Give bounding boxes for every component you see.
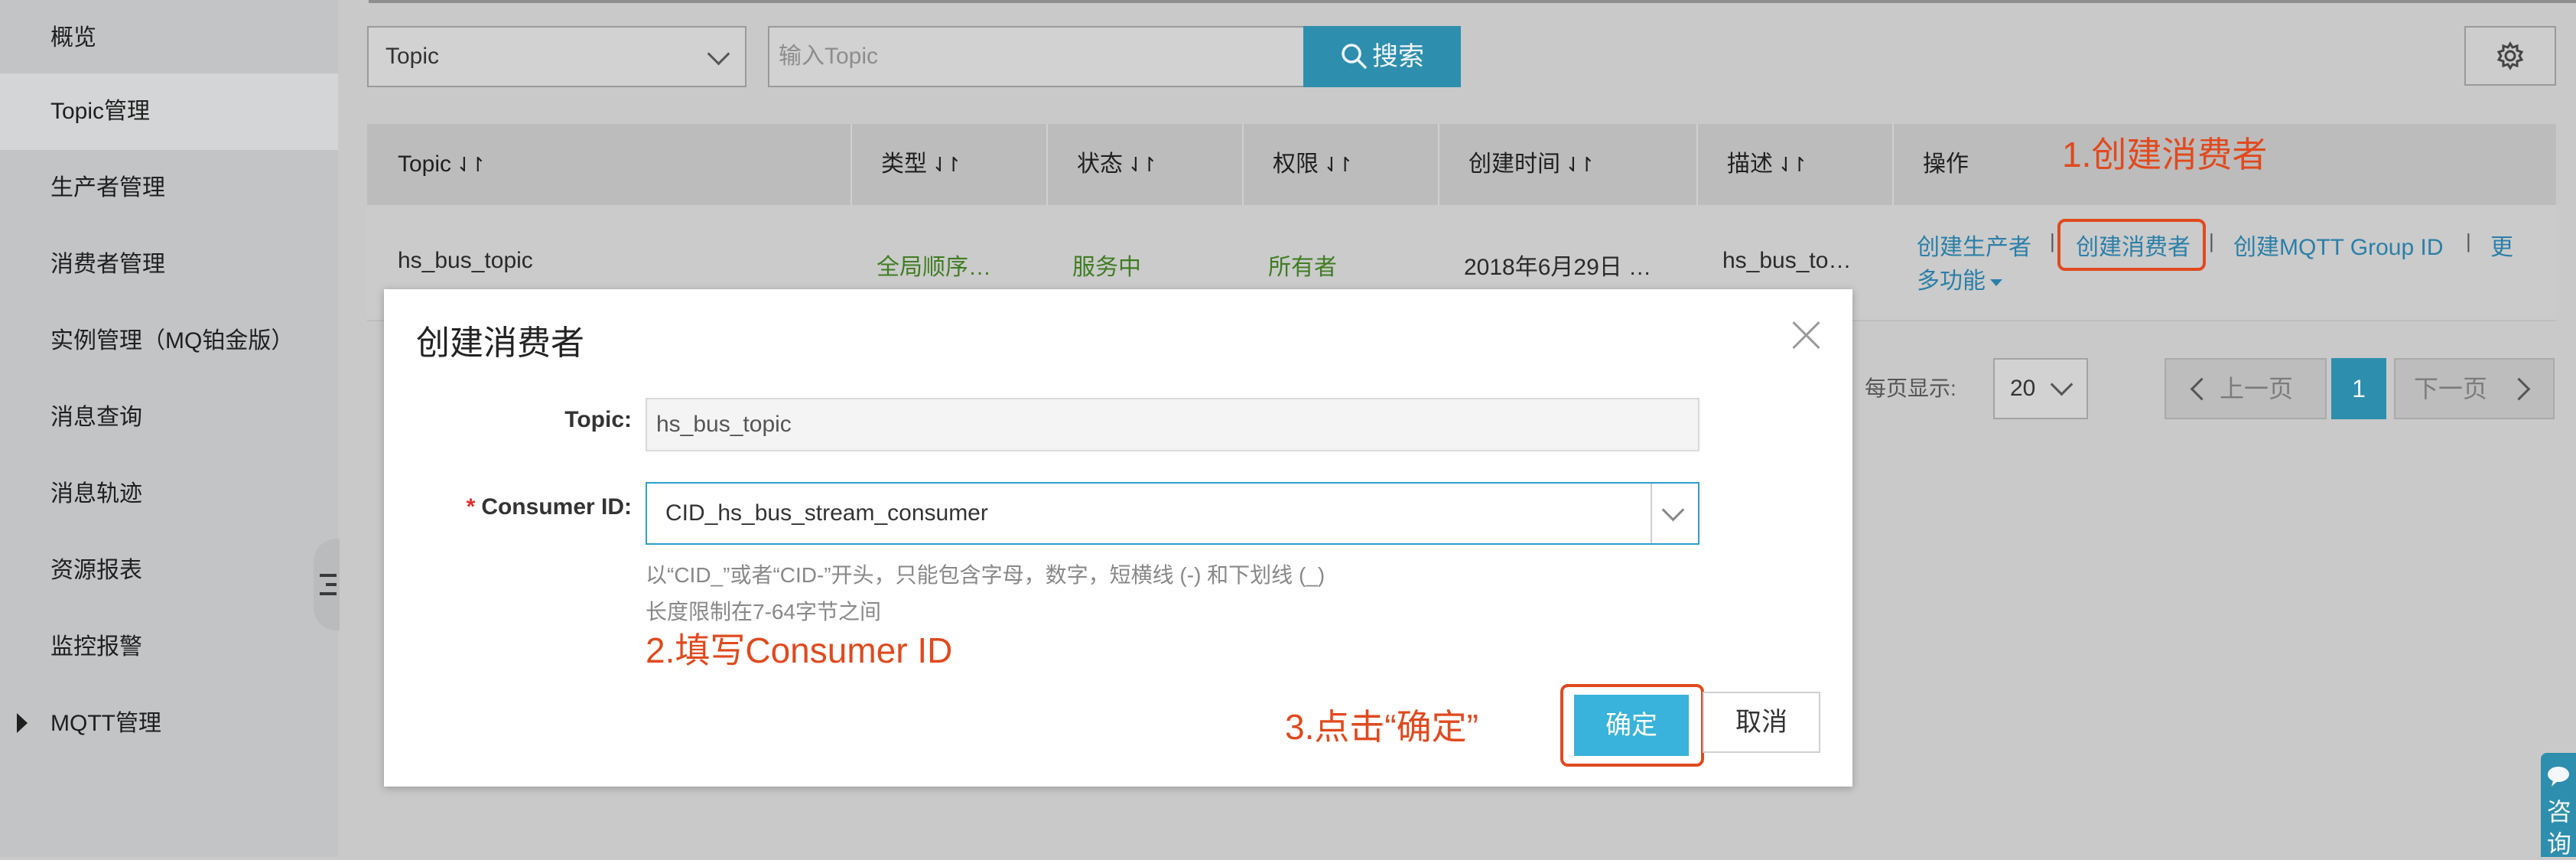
consumer-id-input[interactable]: CID_hs_bus_stream_consumer xyxy=(646,482,1699,545)
sidebar-item-message-query[interactable]: 消息查询 xyxy=(0,380,338,456)
sidebar-item-label: 实例管理（MQ铂金版） xyxy=(50,328,294,353)
sort-icon: ⇃↾ xyxy=(932,153,962,176)
column-header-status[interactable]: 状态 ⇃↾ xyxy=(1046,124,1158,205)
sidebar-item-label: Topic管理 xyxy=(50,99,151,124)
topic-label: Topic: xyxy=(564,407,632,432)
column-header-created-time[interactable]: 创建时间 ⇃↾ xyxy=(1438,124,1595,205)
chevron-down-icon xyxy=(1661,498,1685,522)
sidebar: 概览 Topic管理 生产者管理 消费者管理 实例管理（MQ铂金版） 消息查询 … xyxy=(0,0,340,857)
search-input[interactable]: 输入Topic xyxy=(768,26,1305,87)
prev-page-label: 上一页 xyxy=(2220,375,2294,402)
sort-icon: ⇃↾ xyxy=(1778,153,1808,176)
sidebar-item-overview[interactable]: 概览 xyxy=(0,0,338,77)
chevron-left-icon xyxy=(2190,377,2213,401)
consumer-id-value: CID_hs_bus_stream_consumer xyxy=(665,500,988,526)
column-header-permission[interactable]: 权限 ⇃↾ xyxy=(1242,124,1354,205)
annotation-step3: 3.点击“确定” xyxy=(1285,707,1478,747)
caret-down-icon xyxy=(1990,279,2002,286)
page-button-current[interactable]: 1 xyxy=(2331,358,2386,419)
sidebar-item-topic-management[interactable]: Topic管理 xyxy=(0,73,338,150)
filter-type-select[interactable]: Topic xyxy=(367,26,746,87)
close-icon[interactable] xyxy=(1791,320,1822,350)
consumer-id-label: * Consumer ID: xyxy=(466,494,632,520)
more-functions-dropdown[interactable]: 多功能 xyxy=(1917,262,2002,295)
column-header-description[interactable]: 描述 ⇃↾ xyxy=(1696,124,1808,205)
dialog-title: 创建消费者 xyxy=(416,324,584,362)
sort-icon: ⇃↾ xyxy=(456,153,486,176)
topic-field: hs_bus_topic xyxy=(646,398,1699,451)
sidebar-item-label: 消息查询 xyxy=(50,405,142,430)
sidebar-item-label: MQTT管理 xyxy=(50,711,161,736)
create-mqtt-group-id-link[interactable]: 创建MQTT Group ID xyxy=(2233,228,2443,262)
column-header-actions: 操作 xyxy=(1923,151,1969,177)
per-page-select[interactable]: 20 xyxy=(1993,358,2088,419)
sidebar-collapse-toggle[interactable] xyxy=(314,539,340,630)
search-button[interactable]: 搜索 xyxy=(1303,26,1461,87)
sidebar-item-monitoring-alarm[interactable]: 监控报警 xyxy=(0,609,338,686)
chat-icon xyxy=(2548,767,2569,787)
chevron-down-icon xyxy=(707,42,730,66)
confirm-button[interactable]: 确定 xyxy=(1574,695,1689,756)
sidebar-item-label: 生产者管理 xyxy=(50,175,165,200)
more-functions-link[interactable]: 更 xyxy=(2490,228,2513,262)
next-page-button[interactable]: 下一页 xyxy=(2394,358,2555,419)
settings-button[interactable] xyxy=(2464,26,2556,86)
cell-topic: hs_bus_topic xyxy=(398,248,533,273)
caret-right-icon xyxy=(17,713,28,733)
chevron-right-icon xyxy=(2507,377,2531,401)
sidebar-item-message-trace[interactable]: 消息轨迹 xyxy=(0,456,338,533)
divider: | xyxy=(2209,230,2214,252)
sort-icon: ⇃↾ xyxy=(1323,153,1354,176)
create-consumer-dialog: 创建消费者 Topic: hs_bus_topic * Consumer ID: … xyxy=(384,289,1852,787)
cancel-button[interactable]: 取消 xyxy=(1703,692,1820,753)
search-placeholder: 输入Topic xyxy=(779,44,879,69)
search-button-label: 搜索 xyxy=(1372,42,1424,71)
sidebar-item-label: 概览 xyxy=(50,25,96,50)
cell-created-time: 2018年6月29日 … xyxy=(1464,255,1652,280)
search-icon xyxy=(1342,44,1367,69)
consult-widget[interactable]: 咨询 xyxy=(2541,753,2576,858)
per-page-label: 每页显示: xyxy=(1865,376,1956,400)
filter-type-value: Topic xyxy=(385,44,440,69)
sidebar-item-label: 消息轨迹 xyxy=(50,481,142,507)
sidebar-item-instance-management[interactable]: 实例管理（MQ铂金版） xyxy=(0,303,338,380)
required-mark: * xyxy=(466,494,476,520)
consult-label: 咨询 xyxy=(2547,798,2572,858)
sort-icon: ⇃↾ xyxy=(1565,153,1595,176)
cell-description: hs_bus_to… xyxy=(1722,248,1852,273)
next-page-label: 下一页 xyxy=(2414,375,2488,402)
divider: | xyxy=(2050,230,2055,252)
divider xyxy=(369,0,2576,3)
divider: | xyxy=(2466,230,2471,252)
chevron-down-icon xyxy=(2050,373,2073,396)
annotation-step1: 1.创建消费者 xyxy=(2062,135,2268,174)
consumer-id-hint: 以“CID_”或者“CID-”开头，只能包含字母，数字，短横线 (-) 和下划线… xyxy=(646,563,1325,587)
gear-icon xyxy=(2496,41,2524,70)
cell-type: 全局顺序… xyxy=(877,255,991,280)
prev-page-button[interactable]: 上一页 xyxy=(2165,358,2327,419)
highlight-box xyxy=(2057,219,2206,271)
sidebar-item-label: 消费者管理 xyxy=(50,252,165,277)
sort-icon: ⇃↾ xyxy=(1127,153,1158,176)
sidebar-item-label: 监控报警 xyxy=(50,634,142,660)
per-page-value: 20 xyxy=(2010,376,2036,401)
annotation-step2: 2.填写Consumer ID xyxy=(646,630,953,670)
column-header-topic[interactable]: Topic ⇃↾ xyxy=(367,124,486,205)
column-header-type[interactable]: 类型 ⇃↾ xyxy=(851,124,962,205)
cell-status: 服务中 xyxy=(1072,255,1141,280)
sidebar-item-consumer-management[interactable]: 消费者管理 xyxy=(0,226,338,303)
sidebar-item-producer-management[interactable]: 生产者管理 xyxy=(0,150,338,226)
cell-permission: 所有者 xyxy=(1268,255,1337,280)
sidebar-item-mqtt-management[interactable]: MQTT管理 xyxy=(0,686,338,762)
create-producer-link[interactable]: 创建生产者 xyxy=(1917,228,2031,262)
sidebar-item-label: 资源报表 xyxy=(50,558,142,583)
length-hint: 长度限制在7-64字节之间 xyxy=(646,600,882,624)
sidebar-item-resource-report[interactable]: 资源报表 xyxy=(0,533,338,609)
